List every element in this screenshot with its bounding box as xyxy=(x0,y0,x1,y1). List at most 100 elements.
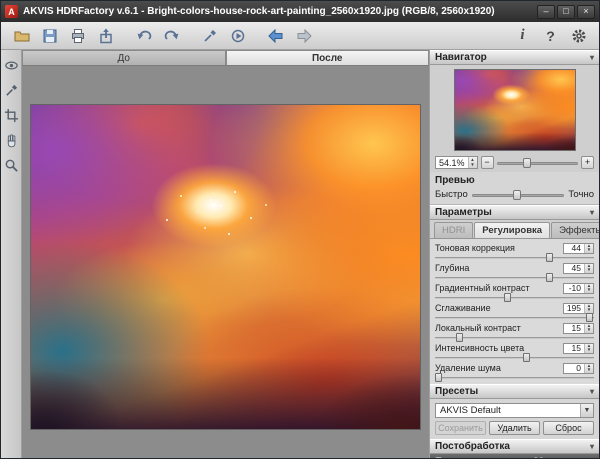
preset-save-button[interactable]: Сохранить xyxy=(435,421,486,435)
zoom-tool[interactable] xyxy=(2,156,20,174)
spinner-arrows-icon[interactable]: ▲▼ xyxy=(584,324,593,333)
save-image-button[interactable] xyxy=(37,24,62,47)
tab-effects[interactable]: Эффекты xyxy=(551,222,599,238)
navigator-thumbnail[interactable] xyxy=(454,69,576,151)
eyedropper-side-tool[interactable] xyxy=(2,81,20,99)
collapse-arrow-icon[interactable]: ▾ xyxy=(590,208,594,217)
print-button[interactable] xyxy=(65,24,90,47)
slider-handle[interactable] xyxy=(586,313,593,322)
param-slider[interactable] xyxy=(435,295,594,301)
slider-handle[interactable] xyxy=(546,273,553,282)
help-button[interactable]: ? xyxy=(538,24,563,47)
param-label: Тоновая коррекция xyxy=(435,243,515,253)
settings-button[interactable] xyxy=(566,24,591,47)
presets-header[interactable]: Пресеты ▾ xyxy=(430,384,599,399)
tab-after[interactable]: После xyxy=(226,50,430,65)
param-value-input[interactable]: 195▲▼ xyxy=(563,303,594,314)
spinner-arrows-icon[interactable]: ▲▼ xyxy=(584,364,593,373)
preview-quality-slider[interactable] xyxy=(472,188,565,200)
slider-handle[interactable] xyxy=(504,293,511,302)
zoom-value[interactable]: 54.1% xyxy=(436,157,468,168)
hand-pan-tool[interactable] xyxy=(2,131,20,149)
param-value-input[interactable]: -10▲▼ xyxy=(563,283,594,294)
right-panel: Навигатор ▾ 54.1% ▲▼ − + xyxy=(429,50,599,458)
param-value-input[interactable]: 0▲▼ xyxy=(563,363,594,374)
slider-handle[interactable] xyxy=(546,253,553,262)
edited-image[interactable] xyxy=(30,104,421,430)
postprocessing-header[interactable]: Постобработка ▾ xyxy=(430,439,599,454)
spinner-arrows-icon[interactable]: ▲▼ xyxy=(468,157,477,168)
spinner-arrows-icon[interactable]: ▲▼ xyxy=(584,264,593,273)
zoom-value-input[interactable]: 54.1% ▲▼ xyxy=(435,156,478,169)
next-image-button[interactable] xyxy=(291,24,316,47)
navigator-thumbnail-wrap xyxy=(430,65,599,155)
param-value-input[interactable]: 15▲▼ xyxy=(563,343,594,354)
collapse-arrow-icon[interactable]: ▾ xyxy=(590,442,594,451)
toolbar-separator xyxy=(253,22,260,49)
slider-handle[interactable] xyxy=(523,353,530,362)
open-image-button[interactable] xyxy=(9,24,34,47)
app-logo-icon: A xyxy=(5,5,18,18)
collapse-arrow-icon[interactable]: ▾ xyxy=(590,53,594,62)
preset-dropdown[interactable]: AKVIS Default ▼ xyxy=(435,403,594,418)
spinner-arrows-icon[interactable]: ▲▼ xyxy=(584,304,593,313)
zoom-slider[interactable] xyxy=(497,156,578,169)
spinner-arrows-icon[interactable]: ▲▼ xyxy=(584,244,593,253)
param-slider[interactable] xyxy=(435,335,594,341)
param-slider[interactable] xyxy=(435,355,594,361)
param-slider[interactable] xyxy=(435,375,594,381)
param-value-input[interactable]: 44▲▼ xyxy=(563,243,594,254)
collapse-arrow-icon[interactable]: ▾ xyxy=(590,387,594,396)
param-row-smoothing: Сглаживание 195▲▼ xyxy=(435,302,594,321)
artwork-thumbnail xyxy=(455,70,575,150)
redo-button[interactable] xyxy=(159,24,184,47)
navigator-header[interactable]: Навигатор ▾ xyxy=(430,50,599,65)
preview-slider-handle[interactable] xyxy=(513,190,521,200)
slider-handle[interactable] xyxy=(456,333,463,342)
zoom-slider-handle[interactable] xyxy=(523,158,531,168)
tab-hdri[interactable]: HDRI xyxy=(434,222,473,238)
spinner-arrows-icon[interactable]: ▲▼ xyxy=(584,344,593,353)
preview-window-tool[interactable] xyxy=(2,56,20,74)
slider-handle[interactable] xyxy=(435,373,442,382)
zoom-in-button[interactable]: + xyxy=(581,156,594,169)
param-slider[interactable] xyxy=(435,315,594,321)
main-content: До После Навигатор ▾ xyxy=(1,50,599,458)
param-label: Глубина xyxy=(435,263,469,273)
param-row-depth: Глубина 45▲▼ xyxy=(435,262,594,281)
preset-reset-button[interactable]: Сброс xyxy=(543,421,594,435)
undo-button[interactable] xyxy=(131,24,156,47)
printer-icon xyxy=(70,28,86,44)
param-value-input[interactable]: 45▲▼ xyxy=(563,263,594,274)
previous-image-button[interactable] xyxy=(263,24,288,47)
param-slider[interactable] xyxy=(435,275,594,281)
eyedropper-tool-button[interactable] xyxy=(197,24,222,47)
parameters-header[interactable]: Параметры ▾ xyxy=(430,205,599,220)
minimize-button[interactable]: – xyxy=(537,5,555,19)
artwork-image xyxy=(31,105,420,429)
spinner-arrows-icon[interactable]: ▲▼ xyxy=(584,284,593,293)
gear-icon xyxy=(571,28,587,44)
param-label: Сглаживание xyxy=(435,303,491,313)
process-button[interactable] xyxy=(225,24,250,47)
chevron-down-icon[interactable]: ▼ xyxy=(580,404,593,417)
share-export-icon xyxy=(98,28,114,44)
postprocessing-title: Постобработка xyxy=(435,441,510,452)
about-button[interactable]: i xyxy=(510,24,535,47)
crop-tool[interactable] xyxy=(2,106,20,124)
close-button[interactable]: × xyxy=(577,5,595,19)
zoom-slider-track[interactable] xyxy=(497,162,578,165)
undo-arrow-icon xyxy=(136,28,152,44)
parameters-tabs: HDRI Регулировка Эффекты xyxy=(430,220,599,238)
param-slider[interactable] xyxy=(435,255,594,261)
param-value-input[interactable]: 15▲▼ xyxy=(563,323,594,334)
zoom-out-button[interactable]: − xyxy=(481,156,494,169)
preset-delete-button[interactable]: Удалить xyxy=(489,421,540,435)
share-button[interactable] xyxy=(93,24,118,47)
preview-quality-block: Превью Быстро Точно xyxy=(430,172,599,205)
maximize-button[interactable]: □ xyxy=(557,5,575,19)
window-controls: – □ × xyxy=(537,5,595,19)
image-workspace[interactable] xyxy=(22,66,429,458)
tab-before[interactable]: До xyxy=(22,50,226,65)
tab-adjustment[interactable]: Регулировка xyxy=(474,222,550,238)
